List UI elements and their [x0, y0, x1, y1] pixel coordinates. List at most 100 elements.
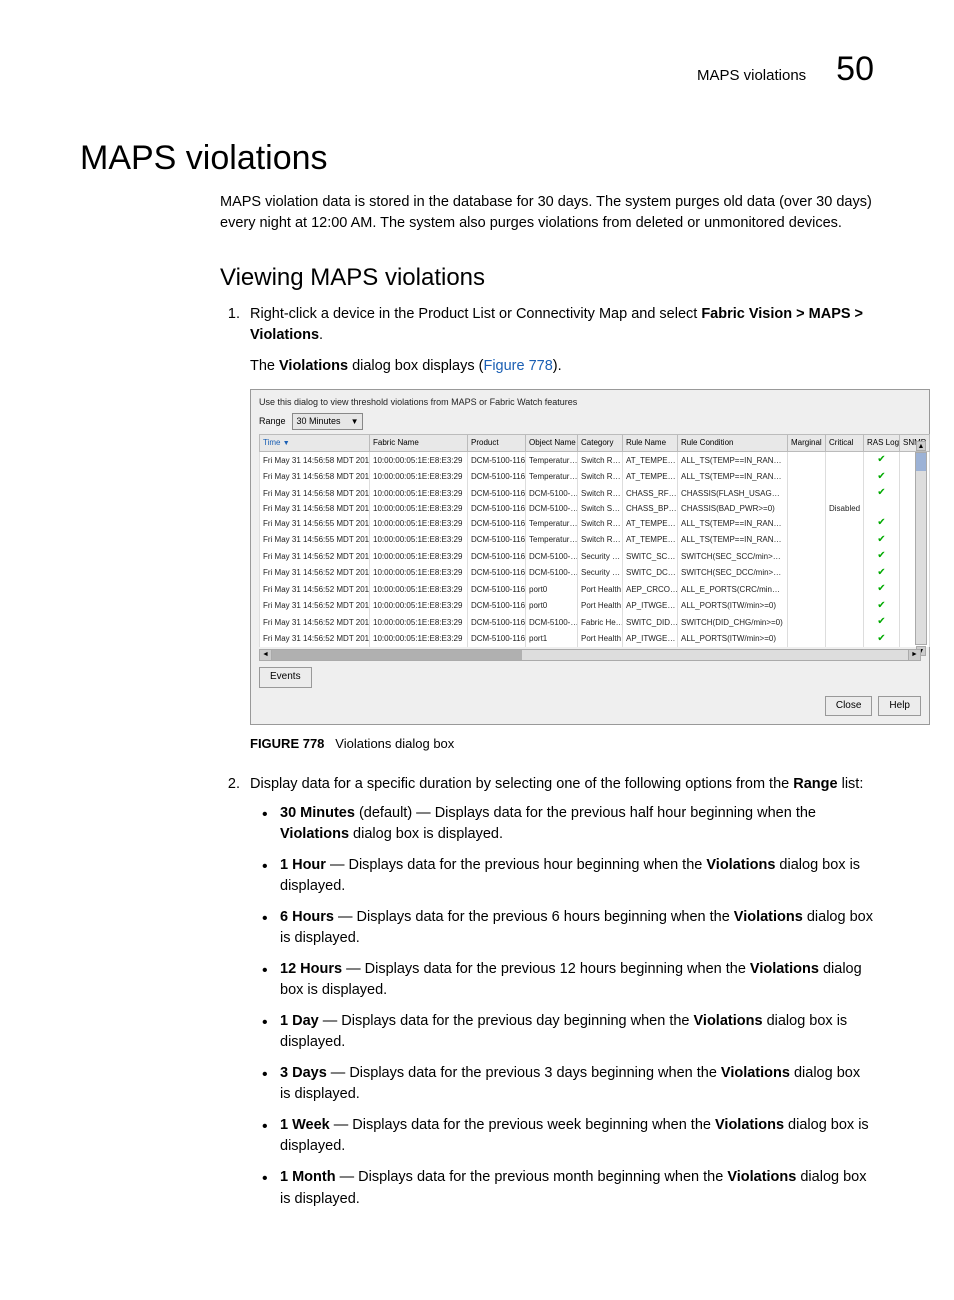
table-row[interactable]: Fri May 31 14:56:58 MDT 201310:00:00:05:…: [260, 452, 930, 469]
dialog-name: Violations: [750, 961, 819, 977]
page-title: MAPS violations: [80, 139, 874, 178]
table-cell: 10:00:00:05:1E:E8:E3:29: [370, 548, 468, 565]
table-row[interactable]: Fri May 31 14:56:55 MDT 201310:00:00:05:…: [260, 532, 930, 549]
range-option-name: 30 Minutes: [280, 805, 355, 821]
violations-dialog-screenshot: Use this dialog to view threshold violat…: [250, 389, 930, 725]
table-cell: DCM-5100-116: [468, 581, 526, 598]
table-cell: port0: [526, 598, 578, 615]
scrollbar-thumb[interactable]: [916, 453, 926, 471]
running-header: MAPS violations 50: [80, 50, 874, 89]
table-cell: ✔: [864, 452, 900, 469]
events-button[interactable]: Events: [259, 667, 312, 688]
table-cell: DCM-5100-116: [468, 502, 526, 516]
range-dropdown[interactable]: 30 Minutes ▼: [292, 413, 364, 430]
table-row[interactable]: Fri May 31 14:56:52 MDT 201310:00:00:05:…: [260, 614, 930, 631]
table-cell: Fri May 31 14:56:52 MDT 2013: [260, 614, 370, 631]
table-cell: Fabric He…: [578, 614, 623, 631]
table-cell: DCM-5100-…: [526, 502, 578, 516]
step2-prefix: Display data for a specific duration by …: [250, 776, 793, 792]
range-value: 30 Minutes: [297, 415, 341, 428]
scroll-up-icon[interactable]: ▲: [916, 441, 926, 451]
scroll-right-icon[interactable]: ►: [908, 650, 920, 660]
table-cell: AT_TEMPE…: [623, 469, 678, 486]
column-header[interactable]: Rule Name: [623, 435, 678, 452]
table-cell: Switch R…: [578, 532, 623, 549]
table-cell: DCM-5100-116: [468, 452, 526, 469]
horizontal-scrollbar[interactable]: ◄ ►: [259, 649, 921, 661]
column-header[interactable]: Object Name: [526, 435, 578, 452]
table-row[interactable]: Fri May 31 14:56:52 MDT 201310:00:00:05:…: [260, 581, 930, 598]
table-cell: Switch R…: [578, 452, 623, 469]
column-header[interactable]: Rule Condition: [678, 435, 788, 452]
table-row[interactable]: Fri May 31 14:56:52 MDT 201310:00:00:05:…: [260, 548, 930, 565]
table-cell: CHASSIS(BAD_PWR>=0): [678, 502, 788, 516]
table-cell: SWITC_SC…: [623, 548, 678, 565]
table-cell: ALL_TS(TEMP==IN_RAN…: [678, 515, 788, 532]
table-cell: AT_TEMPE…: [623, 452, 678, 469]
help-button[interactable]: Help: [878, 696, 921, 717]
check-icon: ✔: [867, 549, 896, 564]
range-option-name: 1 Month: [280, 1169, 336, 1185]
table-cell: ALL_PORTS(ITW/min>=0): [678, 631, 788, 648]
table-cell: [826, 565, 864, 582]
table-cell: Fri May 31 14:56:58 MDT 2013: [260, 469, 370, 486]
scroll-left-icon[interactable]: ◄: [260, 650, 272, 660]
table-cell: CHASSIS(FLASH_USAG…: [678, 485, 788, 502]
table-cell: 10:00:00:05:1E:E8:E3:29: [370, 565, 468, 582]
table-cell: ✔: [864, 485, 900, 502]
table-cell: Fri May 31 14:56:58 MDT 2013: [260, 502, 370, 516]
table-cell: 10:00:00:05:1E:E8:E3:29: [370, 614, 468, 631]
table-cell: SWITCH(DID_CHG/min>=0): [678, 614, 788, 631]
table-cell: 10:00:00:05:1E:E8:E3:29: [370, 452, 468, 469]
table-cell: AT_TEMPE…: [623, 515, 678, 532]
close-button[interactable]: Close: [825, 696, 873, 717]
table-cell: Security …: [578, 565, 623, 582]
table-cell: [788, 502, 826, 516]
range-option-name: 12 Hours: [280, 961, 342, 977]
column-header[interactable]: Product: [468, 435, 526, 452]
step1-result-a: The: [250, 358, 279, 374]
range-option-name: 6 Hours: [280, 909, 334, 925]
table-cell: SWITCH(SEC_SCC/min>…: [678, 548, 788, 565]
range-label: Range: [259, 415, 286, 428]
list-item: 12 Hours — Displays data for the previou…: [280, 959, 874, 1001]
table-cell: DCM-5100-116: [468, 548, 526, 565]
table-row[interactable]: Fri May 31 14:56:52 MDT 201310:00:00:05:…: [260, 631, 930, 648]
table-row[interactable]: Fri May 31 14:56:52 MDT 201310:00:00:05:…: [260, 565, 930, 582]
table-cell: DCM-5100-116: [468, 485, 526, 502]
range-option-name: 1 Day: [280, 1013, 319, 1029]
check-icon: ✔: [867, 533, 896, 548]
check-icon: ✔: [867, 566, 896, 581]
check-icon: ✔: [867, 632, 896, 647]
table-row[interactable]: Fri May 31 14:56:52 MDT 201310:00:00:05:…: [260, 598, 930, 615]
table-row[interactable]: Fri May 31 14:56:55 MDT 201310:00:00:05:…: [260, 515, 930, 532]
caption-text: Violations dialog box: [335, 736, 454, 751]
table-row[interactable]: Fri May 31 14:56:58 MDT 201310:00:00:05:…: [260, 469, 930, 486]
violations-table: Time ▼Fabric NameProductObject NameCateg…: [259, 434, 930, 647]
dialog-name: Violations: [280, 826, 349, 842]
table-row[interactable]: Fri May 31 14:56:58 MDT 201310:00:00:05:…: [260, 502, 930, 516]
column-header[interactable]: Critical: [826, 435, 864, 452]
table-cell: [788, 598, 826, 615]
table-row[interactable]: Fri May 31 14:56:58 MDT 201310:00:00:05:…: [260, 485, 930, 502]
column-header[interactable]: RAS Log: [864, 435, 900, 452]
hscrollbar-thumb[interactable]: [272, 650, 522, 660]
column-header[interactable]: Fabric Name: [370, 435, 468, 452]
caption-label: FIGURE 778: [250, 736, 324, 751]
list-item: 1 Month — Displays data for the previous…: [280, 1167, 874, 1209]
column-header[interactable]: Marginal: [788, 435, 826, 452]
table-cell: [826, 452, 864, 469]
range-option-name: 1 Hour: [280, 857, 326, 873]
table-cell: Switch R…: [578, 515, 623, 532]
table-cell: [788, 532, 826, 549]
figure-link[interactable]: Figure 778: [483, 358, 552, 374]
column-header[interactable]: Category: [578, 435, 623, 452]
check-icon: ✔: [867, 486, 896, 501]
list-item: 3 Days — Displays data for the previous …: [280, 1063, 874, 1105]
check-icon: ✔: [867, 582, 896, 597]
table-cell: DCM-5100-116: [468, 598, 526, 615]
step2-bold: Range: [793, 776, 837, 792]
vertical-scrollbar[interactable]: ▲ ▼: [915, 452, 927, 645]
table-cell: ALL_TS(TEMP==IN_RAN…: [678, 469, 788, 486]
column-header[interactable]: Time ▼: [260, 435, 370, 452]
